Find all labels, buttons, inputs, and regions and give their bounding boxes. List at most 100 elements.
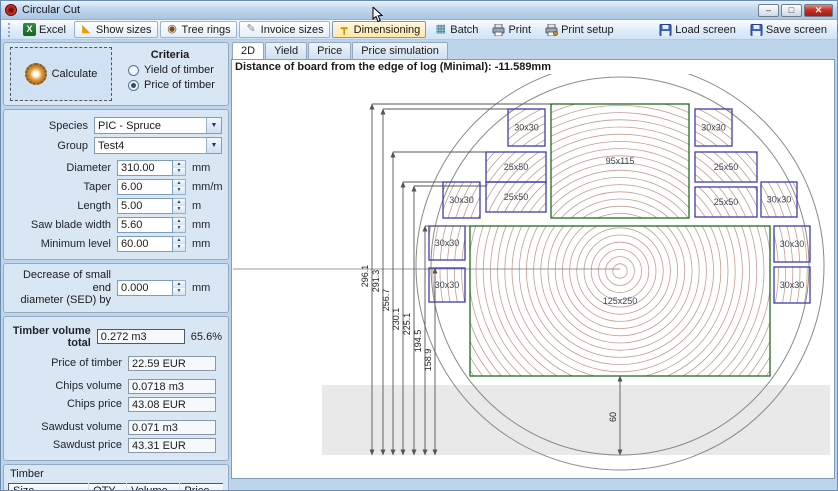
tree-rings-label: Tree rings <box>182 24 231 36</box>
svg-text:30x30: 30x30 <box>701 123 726 133</box>
invoice-sizes-icon: ✎ <box>245 23 258 36</box>
taper-stepper[interactable]: ▲▼ <box>173 179 186 195</box>
print-icon <box>492 24 505 36</box>
length-input[interactable]: 5.00 <box>117 198 173 214</box>
timber-group-title: Timber <box>8 467 224 483</box>
sawdust-volume-value: 0.071 m3 <box>128 420 216 435</box>
excel-label: Excel <box>39 24 66 36</box>
show-sizes-button[interactable]: ◣ Show sizes <box>74 21 158 38</box>
column-header-volume[interactable]: Volume <box>127 483 180 491</box>
species-label: Species <box>10 120 94 132</box>
load-screen-button[interactable]: Load screen <box>653 21 742 38</box>
excel-button[interactable]: X Excel <box>17 21 72 38</box>
diameter-label: Diameter <box>10 162 117 174</box>
radio-price-label: Price of timber <box>144 79 215 91</box>
timber-volume-total-label: Timber volume total <box>10 325 97 349</box>
taper-label: Taper <box>10 181 117 193</box>
timber-table: SizeQTYVolumePrice 95x11510.05464.37125x… <box>8 483 224 491</box>
print-button[interactable]: Print <box>486 21 537 38</box>
tab-price[interactable]: Price <box>308 42 351 59</box>
column-header-size[interactable]: Size <box>9 483 89 491</box>
length-unit: m <box>186 200 222 212</box>
sed-input[interactable]: 0.000 <box>117 280 173 296</box>
tree-rings-button[interactable]: ◉ Tree rings <box>160 21 237 38</box>
saw-blade-width-stepper[interactable]: ▲▼ <box>173 217 186 233</box>
app-icon <box>5 4 17 16</box>
excel-icon: X <box>23 23 36 36</box>
svg-text:25x50: 25x50 <box>504 192 529 202</box>
radio-price-of-timber[interactable]: Price of timber <box>128 79 222 91</box>
minimize-button[interactable]: – <box>758 4 779 17</box>
diameter-unit: mm <box>186 162 222 174</box>
sawdust-price-value: 43.31 EUR <box>128 438 216 453</box>
svg-text:30x30: 30x30 <box>435 238 460 248</box>
svg-text:296.1: 296.1 <box>360 265 370 288</box>
diameter-stepper[interactable]: ▲▼ <box>173 160 186 176</box>
tree-rings-icon: ◉ <box>166 23 179 36</box>
taper-input[interactable]: 6.00 <box>117 179 173 195</box>
load-screen-label: Load screen <box>675 24 736 36</box>
sawdust-price-label: Sawdust price <box>10 439 128 451</box>
canvas-header: Distance of board from the edge of log (… <box>232 60 834 74</box>
svg-text:60: 60 <box>608 412 618 422</box>
minimum-level-label: Minimum level <box>10 238 117 250</box>
chips-volume-label: Chips volume <box>10 380 128 392</box>
save-screen-label: Save screen <box>766 24 827 36</box>
title-bar: Circular Cut – □ ✕ <box>1 1 837 20</box>
svg-text:30x30: 30x30 <box>767 195 792 205</box>
chevron-down-icon[interactable]: ▼ <box>206 118 221 133</box>
group-combobox[interactable]: Test4 ▼ <box>94 137 222 154</box>
sed-group: Decrease of small enddiameter (SED) by 0… <box>3 263 229 313</box>
save-screen-button[interactable]: Save screen <box>744 21 833 38</box>
dimensioning-label: Dimensioning <box>354 24 421 36</box>
length-stepper[interactable]: ▲▼ <box>173 198 186 214</box>
app-window: Circular Cut – □ ✕ X Excel ◣ Show sizes … <box>0 0 838 491</box>
toolbar-grip <box>8 23 12 37</box>
svg-text:30x30: 30x30 <box>780 239 805 249</box>
sed-stepper[interactable]: ▲▼ <box>173 280 186 296</box>
svg-text:25x50: 25x50 <box>504 162 529 172</box>
svg-text:125x250: 125x250 <box>603 296 638 306</box>
invoice-sizes-button[interactable]: ✎ Invoice sizes <box>239 21 330 38</box>
price-of-timber-label: Price of timber <box>10 357 128 369</box>
parameters-group: Species PIC - Spruce ▼ Group Test4 ▼ Dia… <box>3 109 229 260</box>
show-sizes-icon: ◣ <box>80 23 93 36</box>
saw-blade-width-input[interactable]: 5.60 <box>117 217 173 233</box>
tab-2d[interactable]: 2D <box>232 42 264 59</box>
close-button[interactable]: ✕ <box>804 4 833 17</box>
chevron-down-icon[interactable]: ▼ <box>206 138 221 153</box>
criteria-group: Calculate Criteria Yield of timber Price… <box>3 42 229 106</box>
left-panel: Calculate Criteria Yield of timber Price… <box>3 42 229 487</box>
batch-button[interactable]: ▦ Batch <box>428 21 484 38</box>
tab-price-simulation[interactable]: Price simulation <box>352 42 448 59</box>
svg-text:30x30: 30x30 <box>435 280 460 290</box>
price-of-timber-value: 22.59 EUR <box>128 356 216 371</box>
print-setup-button[interactable]: Print setup <box>539 21 620 38</box>
results-group: Timber volume total 0.272 m3 65.6% Price… <box>3 316 229 461</box>
svg-text:256.7: 256.7 <box>381 289 391 312</box>
species-combobox[interactable]: PIC - Spruce ▼ <box>94 117 222 134</box>
species-value: PIC - Spruce <box>95 120 206 132</box>
calculate-button[interactable]: Calculate <box>10 47 112 101</box>
svg-text:95x115: 95x115 <box>606 156 635 166</box>
sed-unit: mm <box>186 282 222 294</box>
chips-price-label: Chips price <box>10 398 128 410</box>
calculate-label: Calculate <box>52 68 98 80</box>
tab-yield[interactable]: Yield <box>265 42 307 59</box>
maximize-button[interactable]: □ <box>781 4 802 17</box>
svg-text:225.1: 225.1 <box>402 313 412 336</box>
dimensioning-button[interactable]: ┳ Dimensioning <box>332 21 427 38</box>
dimensioning-icon: ┳ <box>338 23 351 36</box>
timber-table-header: SizeQTYVolumePrice <box>9 483 224 491</box>
column-header-price[interactable]: Price <box>180 483 224 491</box>
chips-price-value: 43.08 EUR <box>128 397 216 412</box>
radio-yield-of-timber[interactable]: Yield of timber <box>128 64 222 76</box>
minimum-level-input[interactable]: 60.00 <box>117 236 173 252</box>
column-header-qty[interactable]: QTY <box>89 483 127 491</box>
invoice-sizes-label: Invoice sizes <box>261 24 324 36</box>
svg-text:30x30: 30x30 <box>449 195 474 205</box>
diameter-input[interactable]: 310.00 <box>117 160 173 176</box>
svg-text:158.9: 158.9 <box>423 349 433 372</box>
minimum-level-stepper[interactable]: ▲▼ <box>173 236 186 252</box>
radio-icon-checked <box>128 80 139 91</box>
